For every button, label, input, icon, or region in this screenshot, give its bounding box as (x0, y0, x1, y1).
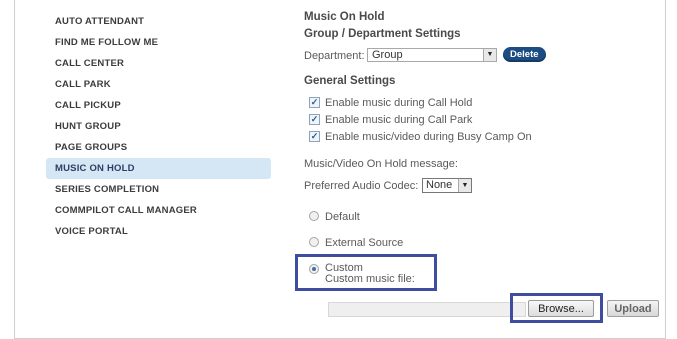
sidebar-item-call-park[interactable]: CALL PARK (46, 74, 271, 95)
sidebar-item-page-groups[interactable]: PAGE GROUPS (46, 137, 271, 158)
busy-camp-on-label: Enable music/video during Busy Camp On (325, 131, 532, 143)
call-park-label: Enable music during Call Park (325, 114, 473, 126)
sidebar-item-call-center[interactable]: CALL CENTER (46, 53, 271, 74)
chevron-down-icon: ▼ (483, 49, 496, 61)
message-label: Music/Video On Hold message: (304, 158, 458, 170)
sidebar-item-series-completion[interactable]: SERIES COMPLETION (46, 179, 271, 200)
external-source-radio[interactable] (309, 237, 319, 247)
sidebar-item-hunt-group[interactable]: HUNT GROUP (46, 116, 271, 137)
department-value: Group (372, 49, 403, 61)
page-title: Music On Hold (304, 11, 385, 23)
department-label: Department: (304, 50, 365, 62)
external-source-label: External Source (325, 237, 404, 249)
sidebar-item-call-pickup[interactable]: CALL PICKUP (46, 95, 271, 116)
custom-radio[interactable] (309, 264, 319, 274)
call-hold-label: Enable music during Call Hold (325, 97, 473, 109)
sidebar-item-commpilot-call-manager[interactable]: COMMPILOT CALL MANAGER (46, 200, 271, 221)
call-park-checkbox[interactable]: ✓ (309, 114, 320, 125)
custom-music-file-label: Custom music file: (325, 273, 415, 285)
sidebar: AUTO ATTENDANT FIND ME FOLLOW ME CALL CE… (46, 11, 271, 242)
busy-camp-on-checkbox[interactable]: ✓ (309, 131, 320, 142)
codec-value: None (426, 179, 453, 191)
section-title: Group / Department Settings (304, 28, 461, 40)
sidebar-item-find-me-follow-me[interactable]: FIND ME FOLLOW ME (46, 32, 271, 53)
codec-label: Preferred Audio Codec: (304, 180, 419, 192)
department-select[interactable]: Group ▼ (367, 48, 497, 62)
sidebar-item-auto-attendant[interactable]: AUTO ATTENDANT (46, 11, 271, 32)
general-settings-title: General Settings (304, 75, 396, 87)
chevron-down-icon: ▼ (458, 179, 471, 192)
browse-button[interactable]: Browse... (528, 300, 594, 317)
default-radio[interactable] (309, 211, 319, 221)
call-hold-checkbox[interactable]: ✓ (309, 97, 320, 108)
codec-select[interactable]: None ▼ (422, 178, 472, 193)
default-label: Default (325, 211, 360, 223)
sidebar-item-voice-portal[interactable]: VOICE PORTAL (46, 221, 271, 242)
delete-button[interactable]: Delete (503, 47, 546, 62)
custom-music-file-input[interactable] (328, 302, 526, 317)
upload-button[interactable]: Upload (607, 300, 659, 317)
sidebar-item-music-on-hold[interactable]: MUSIC ON HOLD (46, 158, 271, 179)
